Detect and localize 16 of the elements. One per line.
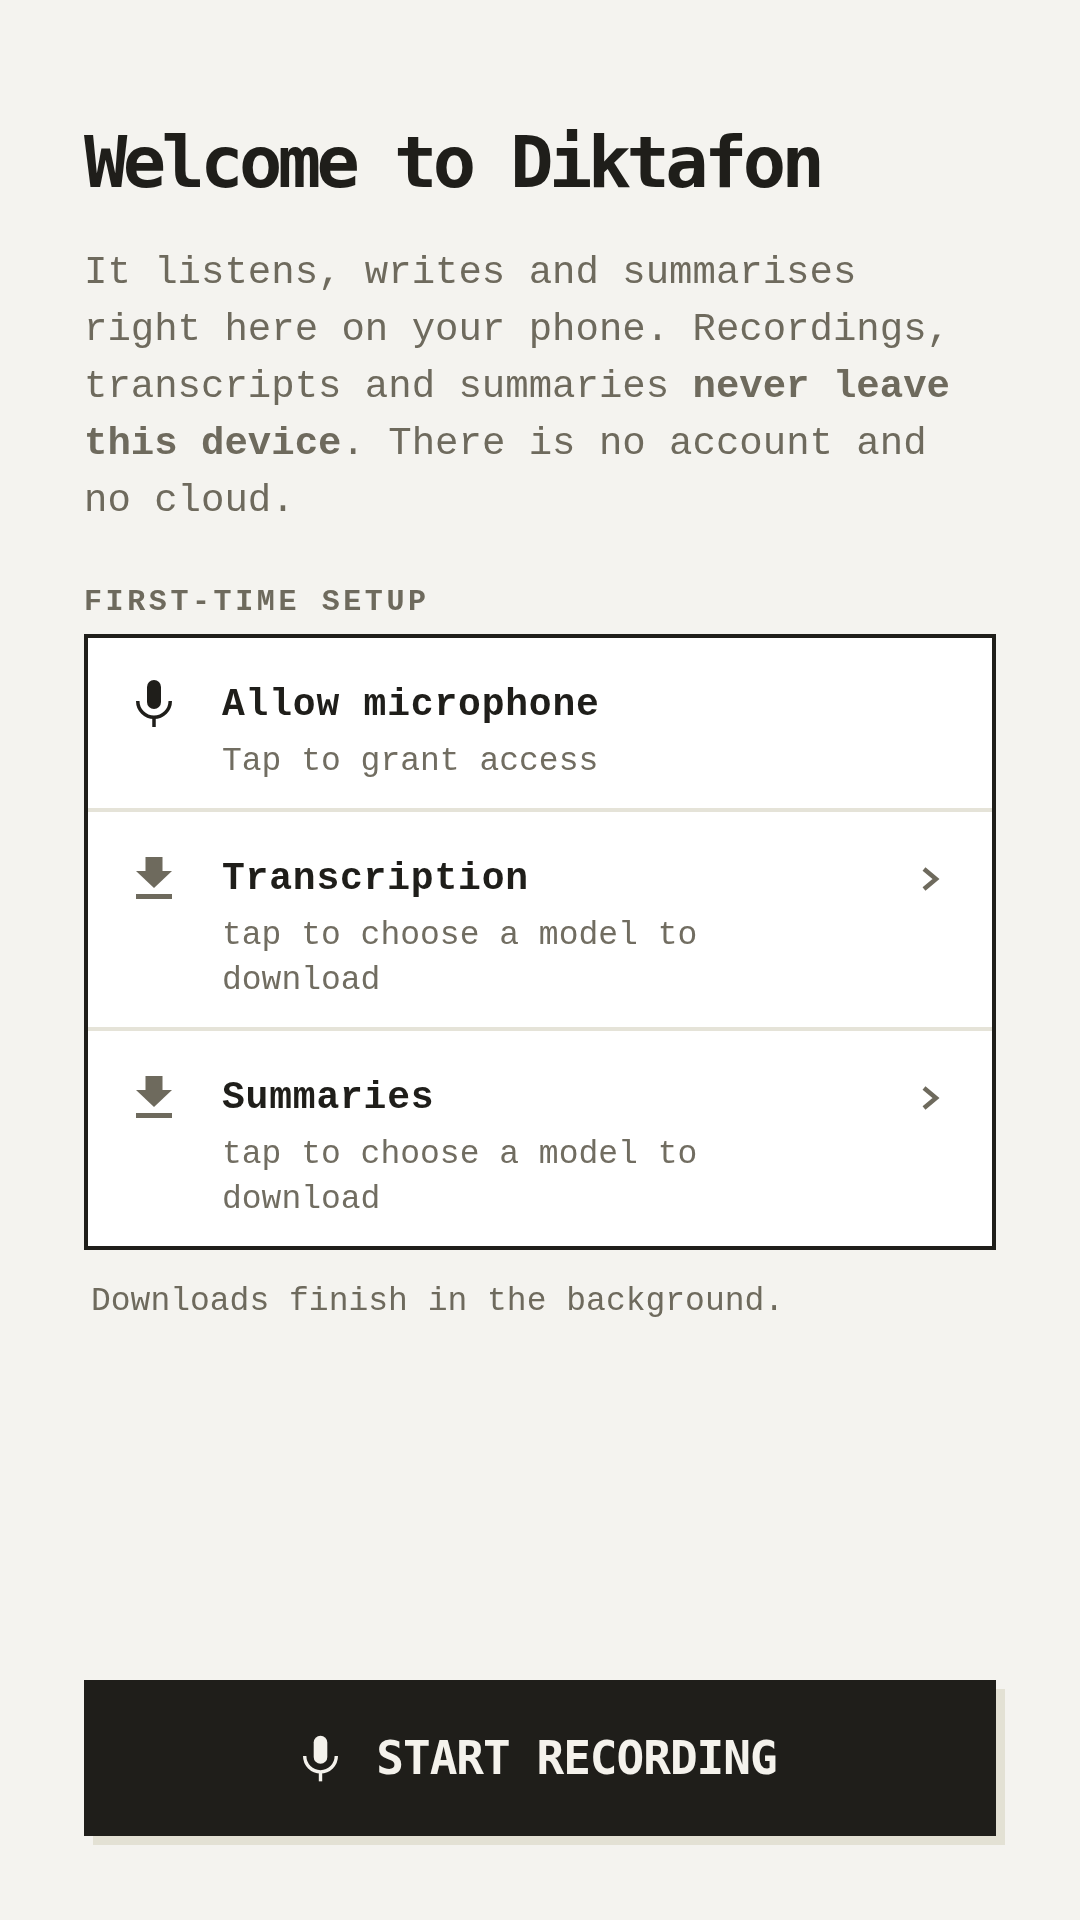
intro-paragraph: It listens, writes and summarises right here on your phone. Recordings, transcripts and summaries never leave this device. There is no account and no cloud. — [84, 250, 951, 525]
setup-title: Transcription — [222, 857, 530, 901]
download-icon — [136, 1076, 172, 1118]
microphone-icon — [303, 1734, 339, 1782]
chevron-right-icon — [921, 866, 940, 892]
chevron-right-icon — [921, 1085, 940, 1111]
setup-title: Allow microphone — [222, 683, 601, 727]
setup-title: Summaries — [222, 1076, 436, 1120]
setup-subtitle: Tap to grant access — [222, 742, 600, 782]
setup-subtitle: tap to choose a model to download — [222, 916, 699, 1001]
setup-subtitle: tap to choose a model to download — [222, 1135, 699, 1220]
footnote-text: Downloads finish in the background. — [91, 1282, 786, 1322]
microphone-icon — [136, 680, 172, 727]
section-label: FIRST-TIME SETUP — [84, 584, 431, 620]
welcome-heading: Welcome to Diktafon — [84, 126, 822, 198]
download-icon — [136, 857, 172, 899]
